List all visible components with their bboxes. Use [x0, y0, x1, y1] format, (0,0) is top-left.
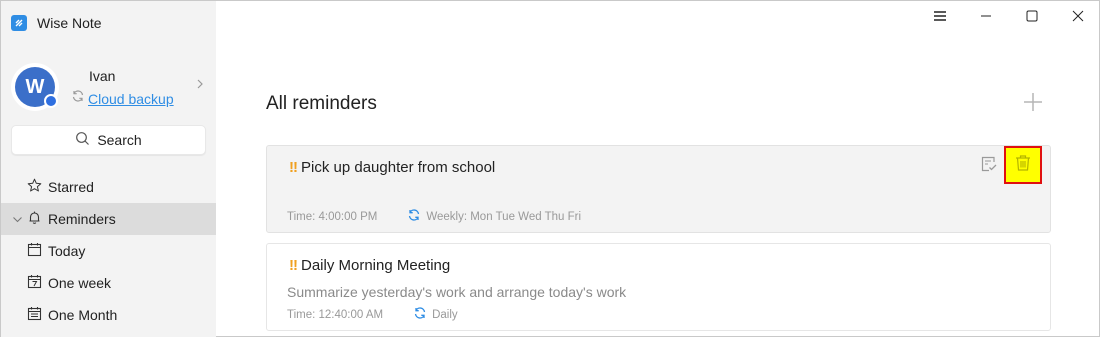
mark-done-icon — [980, 155, 998, 178]
sidebar-item-label: Reminders — [48, 211, 116, 227]
calendar-week-icon — [27, 274, 42, 292]
close-icon — [1072, 9, 1084, 27]
sync-icon — [71, 89, 85, 108]
priority-marker: !! — [289, 257, 298, 274]
sidebar-item-label: One Month — [48, 307, 118, 323]
plus-icon — [1023, 92, 1043, 117]
sidebar-nav: Starred Reminders Today One week One Mon… — [1, 171, 216, 331]
sidebar-item-one-month[interactable]: One Month — [1, 299, 216, 331]
reminder-title: Pick up daughter from school — [301, 159, 496, 176]
user-name: Ivan — [89, 68, 116, 84]
star-icon — [27, 178, 42, 196]
close-button[interactable] — [1063, 7, 1093, 29]
profile-card[interactable]: W Ivan Cloud backup — [11, 59, 206, 111]
app-title: Wise Note — [37, 15, 102, 31]
bell-icon — [27, 210, 42, 228]
chevron-right-icon[interactable] — [196, 77, 204, 93]
avatar[interactable]: W — [11, 63, 59, 111]
mark-done-button[interactable] — [978, 155, 1000, 177]
app-logo-icon — [11, 15, 27, 31]
maximize-icon — [1026, 9, 1038, 27]
sidebar-item-today[interactable]: Today — [1, 235, 216, 267]
reminder-meta: Time: 12:40:00 AM Daily — [287, 306, 458, 323]
reminder-repeat: Daily — [432, 308, 458, 321]
reminder-actions — [978, 146, 1042, 184]
reminder-time: Time: 4:00:00 PM — [287, 210, 378, 223]
sidebar-item-starred[interactable]: Starred — [1, 171, 216, 203]
search-button[interactable]: Search — [11, 125, 206, 155]
delete-button[interactable] — [1004, 146, 1042, 184]
sidebar: Wise Note W Ivan Cloud backup Search Sta… — [1, 1, 216, 337]
reminder-title-row: !! Daily Morning Meeting — [289, 257, 450, 274]
search-icon — [75, 131, 90, 149]
reminder-title-row: !! Pick up daughter from school — [289, 159, 495, 176]
menu-icon — [933, 9, 947, 27]
minimize-icon — [980, 9, 992, 27]
avatar-badge — [44, 94, 58, 108]
menu-button[interactable] — [925, 7, 955, 29]
reminder-repeat: Weekly: Mon Tue Wed Thu Fri — [426, 210, 582, 223]
repeat-icon — [407, 208, 421, 225]
sidebar-item-label: One week — [48, 275, 112, 291]
reminder-time: Time: 12:40:00 AM — [287, 308, 384, 321]
avatar-letter: W — [25, 75, 45, 98]
reminder-card[interactable]: !! Daily Morning Meeting Summarize yeste… — [266, 243, 1051, 331]
sidebar-item-one-week[interactable]: One week — [1, 267, 216, 299]
calendar-icon — [27, 242, 42, 260]
app-window: Wise Note W Ivan Cloud backup Search Sta… — [0, 0, 1100, 337]
sidebar-item-label: Starred — [48, 179, 94, 195]
search-label: Search — [97, 132, 142, 148]
sidebar-item-label: Today — [48, 243, 86, 259]
page-title: All reminders — [266, 93, 377, 114]
chevron-down-icon[interactable] — [12, 212, 23, 228]
priority-marker: !! — [289, 159, 298, 176]
reminder-description: Summarize yesterday's work and arrange t… — [287, 284, 627, 300]
reminder-meta: Time: 4:00:00 PM Weekly: Mon Tue Wed Thu… — [287, 208, 581, 225]
repeat-icon — [413, 306, 427, 323]
reminder-card[interactable]: !! Pick up daughter from school Time: 4:… — [266, 145, 1051, 233]
app-title-bar: Wise Note — [11, 13, 102, 33]
calendar-month-icon — [27, 306, 42, 324]
add-reminder-button[interactable] — [1021, 92, 1045, 116]
reminder-title: Daily Morning Meeting — [301, 257, 451, 274]
maximize-button[interactable] — [1017, 7, 1047, 29]
cloud-backup-link[interactable]: Cloud backup — [88, 91, 174, 107]
sidebar-item-reminders[interactable]: Reminders — [1, 203, 216, 235]
minimize-button[interactable] — [971, 7, 1001, 29]
trash-icon — [1014, 154, 1032, 177]
